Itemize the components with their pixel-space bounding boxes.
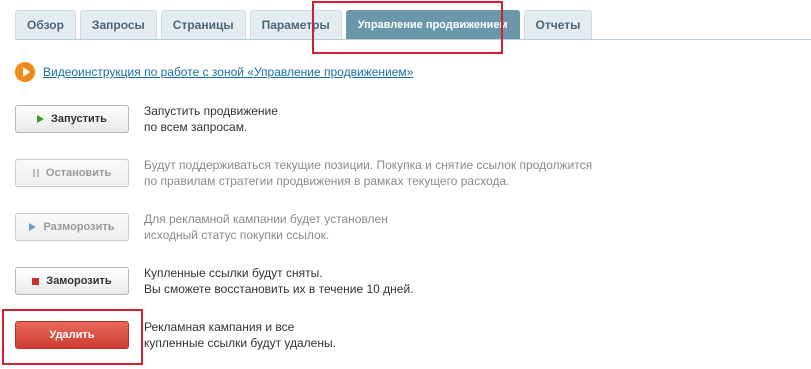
- pause-icon: [32, 169, 39, 177]
- unfreeze-description: Для рекламной кампании будет установлен …: [144, 211, 388, 243]
- delete-button-label: Удалить: [49, 329, 95, 341]
- play-icon: [37, 115, 45, 123]
- unfreeze-button-label: Разморозить: [43, 221, 115, 233]
- freeze-action-row: Заморозить Купленные ссылки будут сняты.…: [15, 265, 795, 297]
- freeze-description-line2: Вы сможете восстановить их в течение 10 …: [144, 282, 414, 296]
- video-instruction-row: Видеоинструкция по работе с зоной «Управ…: [15, 62, 413, 82]
- stop-action-row: Остановить Будут поддерживаться текущие …: [15, 157, 795, 189]
- start-button[interactable]: Запустить: [15, 105, 129, 133]
- tab-reports[interactable]: Отчеты: [523, 10, 593, 39]
- start-description-line1: Запустить продвижение: [144, 104, 278, 118]
- unfreeze-description-line2: исходный статус покупки ссылок.: [144, 228, 330, 242]
- tab-queries[interactable]: Запросы: [79, 10, 157, 39]
- delete-description: Рекламная кампания и все купленные ссылк…: [144, 319, 336, 351]
- tab-promotion-management[interactable]: Управление продвижением: [345, 10, 520, 39]
- start-action-row: Запустить Запустить продвижение по всем …: [15, 103, 795, 135]
- freeze-button[interactable]: Заморозить: [15, 267, 129, 295]
- stop-description-line1: Будут поддерживаться текущие позиции. По…: [144, 158, 593, 172]
- video-play-icon[interactable]: [15, 62, 35, 82]
- stop-icon: [32, 277, 40, 285]
- freeze-description: Купленные ссылки будут сняты. Вы сможете…: [144, 265, 414, 297]
- start-description-line2: по всем запросам.: [144, 120, 248, 134]
- freeze-description-line1: Купленные ссылки будут сняты.: [144, 266, 323, 280]
- stop-button[interactable]: Остановить: [15, 159, 129, 187]
- tab-overview[interactable]: Обзор: [15, 10, 76, 39]
- play-icon: [29, 223, 37, 231]
- start-description: Запустить продвижение по всем запросам.: [144, 103, 278, 135]
- tab-bar: Обзор Запросы Страницы Параметры Управле…: [15, 10, 593, 39]
- delete-description-line1: Рекламная кампания и все: [144, 320, 295, 334]
- unfreeze-action-row: Разморозить Для рекламной кампании будет…: [15, 211, 795, 243]
- delete-description-line2: купленные ссылки будут удалены.: [144, 336, 336, 350]
- tab-pages[interactable]: Страницы: [160, 10, 246, 39]
- stop-description: Будут поддерживаться текущие позиции. По…: [144, 157, 592, 189]
- unfreeze-description-line1: Для рекламной кампании будет установлен: [144, 212, 388, 226]
- delete-button[interactable]: Удалить: [15, 321, 129, 349]
- video-instruction-link[interactable]: Видеоинструкция по работе с зоной «Управ…: [43, 65, 413, 79]
- delete-action-row: Удалить Рекламная кампания и все купленн…: [15, 319, 795, 351]
- tab-divider: [15, 39, 811, 40]
- stop-button-label: Остановить: [45, 167, 112, 179]
- tab-parameters[interactable]: Параметры: [249, 10, 342, 39]
- stop-description-line2: по правилам стратегии продвижения в рамк…: [144, 174, 510, 188]
- start-button-label: Запустить: [51, 113, 107, 125]
- unfreeze-button[interactable]: Разморозить: [15, 213, 129, 241]
- promotion-management-page: Обзор Запросы Страницы Параметры Управле…: [0, 0, 811, 369]
- freeze-button-label: Заморозить: [46, 275, 112, 287]
